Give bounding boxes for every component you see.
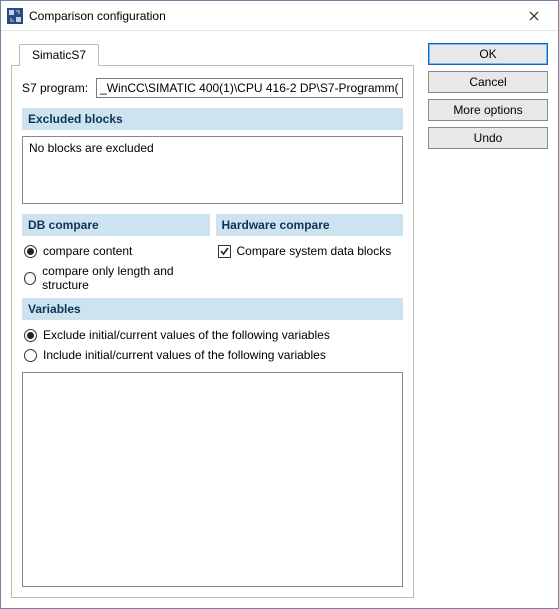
excluded-blocks-text: No blocks are excluded xyxy=(29,141,154,155)
more-options-button[interactable]: More options xyxy=(428,99,548,121)
dialog-window: Comparison configuration SimaticS7 S7 pr… xyxy=(0,0,559,609)
cancel-button[interactable]: Cancel xyxy=(428,71,548,93)
s7-program-label: S7 program: xyxy=(22,81,88,95)
button-label: Undo xyxy=(474,131,503,145)
radio-label: compare only length and structure xyxy=(42,264,209,292)
button-label: Cancel xyxy=(469,75,506,89)
titlebar: Comparison configuration xyxy=(1,1,558,31)
window-title: Comparison configuration xyxy=(29,9,512,23)
variables-list[interactable] xyxy=(22,372,403,587)
ok-button[interactable]: OK xyxy=(428,43,548,65)
app-icon xyxy=(7,8,23,24)
close-button[interactable] xyxy=(512,2,556,30)
radio-icon xyxy=(24,272,36,285)
section-hw-compare: Hardware compare xyxy=(216,214,404,236)
button-column: OK Cancel More options Undo xyxy=(428,41,548,598)
check-label: Compare system data blocks xyxy=(237,244,392,258)
radio-icon xyxy=(24,329,37,342)
radio-var-exclude[interactable]: Exclude initial/current values of the fo… xyxy=(24,328,403,342)
check-compare-sdb[interactable]: Compare system data blocks xyxy=(218,244,404,258)
tab-simatics7[interactable]: SimaticS7 xyxy=(19,44,99,66)
radio-label: Include initial/current values of the fo… xyxy=(43,348,326,362)
dialog-body: SimaticS7 S7 program: Excluded blocks No… xyxy=(1,31,558,608)
tab-label: SimaticS7 xyxy=(32,48,86,62)
radio-label: Exclude initial/current values of the fo… xyxy=(43,328,330,342)
hw-compare-options: Compare system data blocks xyxy=(216,242,404,292)
s7-program-input[interactable] xyxy=(96,78,403,98)
tabstrip: SimaticS7 xyxy=(11,41,414,65)
section-db-compare: DB compare xyxy=(22,214,210,236)
variables-options: Exclude initial/current values of the fo… xyxy=(22,326,403,366)
button-label: More options xyxy=(453,103,522,117)
radio-icon xyxy=(24,245,37,258)
db-compare-options: compare content compare only length and … xyxy=(22,242,210,292)
compare-headers: DB compare Hardware compare xyxy=(22,214,403,236)
section-variables: Variables xyxy=(22,298,403,320)
tab-panel: S7 program: Excluded blocks No blocks ar… xyxy=(11,65,414,598)
undo-button[interactable]: Undo xyxy=(428,127,548,149)
checkbox-icon xyxy=(218,245,231,258)
radio-compare-content[interactable]: compare content xyxy=(24,244,210,258)
left-pane: SimaticS7 S7 program: Excluded blocks No… xyxy=(11,41,414,598)
excluded-blocks-list[interactable]: No blocks are excluded xyxy=(22,136,403,204)
compare-options-row: compare content compare only length and … xyxy=(22,242,403,292)
s7-program-row: S7 program: xyxy=(22,78,403,98)
button-label: OK xyxy=(479,47,496,61)
radio-label: compare content xyxy=(43,244,132,258)
radio-icon xyxy=(24,349,37,362)
section-excluded-blocks: Excluded blocks xyxy=(22,108,403,130)
radio-compare-length[interactable]: compare only length and structure xyxy=(24,264,210,292)
radio-var-include[interactable]: Include initial/current values of the fo… xyxy=(24,348,403,362)
